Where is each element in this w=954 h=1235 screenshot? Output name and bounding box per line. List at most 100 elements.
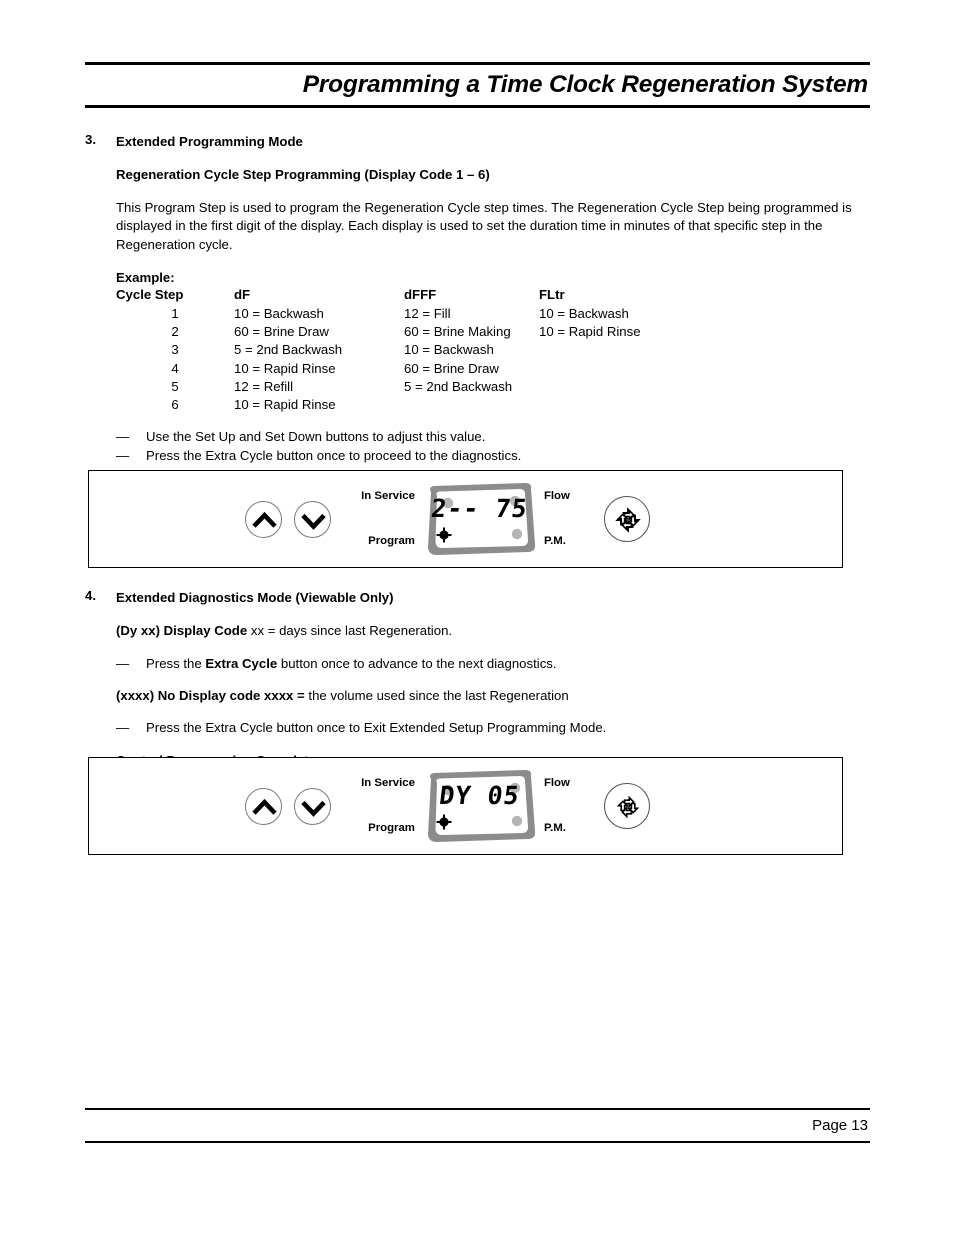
set-down-button[interactable] bbox=[294, 787, 332, 825]
cell-dfff: 60 = Brine Draw bbox=[404, 360, 499, 376]
display-code-desc: xx = days since last Regeneration. bbox=[247, 622, 453, 638]
no-display-code-label: (xxxx) No Display code xxxx = bbox=[116, 687, 305, 703]
label-program: Program bbox=[368, 821, 415, 834]
label-program: Program bbox=[368, 534, 415, 547]
section-4-number: 4. bbox=[85, 588, 96, 603]
page-title: Programming a Time Clock Regeneration Sy… bbox=[302, 71, 869, 98]
label-flow: Flow bbox=[543, 490, 570, 502]
cell-step: 4 bbox=[171, 360, 179, 376]
set-up-button[interactable] bbox=[245, 787, 283, 825]
page-number: Page 13 bbox=[812, 1117, 868, 1135]
example-label: Example: bbox=[116, 269, 175, 285]
label-pm: P.M. bbox=[543, 821, 566, 834]
table-row: 4 10 = Rapid Rinse 60 = Brine Draw bbox=[116, 360, 669, 378]
table-header-dfff: dFFF bbox=[404, 286, 437, 302]
label-pm: P.M. bbox=[543, 534, 566, 547]
extra-cycle-button[interactable] bbox=[603, 783, 650, 829]
extra-cycle-label: Extra Cycle bbox=[205, 655, 278, 671]
lcd-screen-1: 2-- 75 bbox=[420, 482, 539, 556]
cell-step: 1 bbox=[171, 306, 179, 322]
lcd-display-group-2: In Service Program DY 05 Flow P.M. bbox=[361, 769, 570, 843]
cell-fltr bbox=[539, 378, 669, 396]
em-dash: — bbox=[116, 429, 130, 445]
table-row: 6 10 = Rapid Rinse bbox=[116, 396, 669, 414]
page-content-2: 4. Extended Diagnostics Mode (Viewable O… bbox=[85, 588, 875, 771]
section-4-heading: Extended Diagnostics Mode (Viewable Only… bbox=[116, 590, 394, 605]
bullet-pre: Press the bbox=[146, 655, 206, 671]
cell-step: 5 bbox=[171, 378, 179, 394]
cell-fltr bbox=[539, 396, 669, 414]
table-row: 5 12 = Refill 5 = 2nd Backwash bbox=[116, 378, 669, 396]
cell-fltr: 10 = Rapid Rinse bbox=[539, 324, 641, 340]
cell-dfff: 5 = 2nd Backwash bbox=[404, 378, 513, 394]
bullet-text: Press the Extra Cycle button once to Exi… bbox=[146, 720, 607, 736]
cycle-step-table: Cycle Step dF dFFF FLtr 1 10 = Backwash … bbox=[116, 286, 669, 415]
lcd-display-group-1: In Service Program 2-- 75 Flow P.M. bbox=[361, 482, 570, 556]
extra-cycle-button[interactable] bbox=[603, 496, 650, 542]
control-panel-diagram-1: In Service Program 2-- 75 Flow P.M. bbox=[88, 470, 843, 568]
section-4: 4. Extended Diagnostics Mode (Viewable O… bbox=[85, 588, 875, 771]
label-in-service: In Service bbox=[361, 490, 415, 502]
cell-dfff: 60 = Brine Making bbox=[404, 324, 511, 340]
recycle-icon bbox=[616, 795, 640, 819]
recycle-icon bbox=[615, 507, 641, 533]
cell-dfff: 12 = Fill bbox=[404, 306, 451, 322]
display-code-label: (Dy xx) Display Code bbox=[116, 622, 248, 638]
table-row: 1 10 = Backwash 12 = Fill 10 = Backwash bbox=[116, 305, 669, 323]
table-row: 2 60 = Brine Draw 60 = Brine Making 10 =… bbox=[116, 323, 669, 341]
bullet-item: — Press the Extra Cycle button once to p… bbox=[116, 446, 875, 465]
section-3-heading: Extended Programming Mode bbox=[116, 134, 303, 149]
set-down-button[interactable] bbox=[294, 500, 332, 538]
cell-df: 60 = Brine Draw bbox=[234, 324, 329, 340]
lcd-value-1: 2-- 75 bbox=[429, 494, 530, 523]
section-3-bullets: — Use the Set Up and Set Down buttons to… bbox=[116, 427, 875, 465]
table-header-fltr: FLtr bbox=[539, 286, 565, 302]
cell-df: 10 = Rapid Rinse bbox=[234, 360, 336, 376]
cell-step: 3 bbox=[171, 342, 179, 358]
set-up-button[interactable] bbox=[245, 500, 283, 538]
page-header: Programming a Time Clock Regeneration Sy… bbox=[85, 62, 870, 109]
bullet-post: button once to advance to the next diagn… bbox=[277, 655, 557, 671]
label-flow: Flow bbox=[543, 777, 570, 789]
em-dash: — bbox=[116, 720, 130, 736]
cell-fltr bbox=[539, 341, 669, 359]
section-3-subheading: Regeneration Cycle Step Programming (Dis… bbox=[116, 166, 490, 182]
table-header-row: Cycle Step dF dFFF FLtr bbox=[116, 286, 669, 305]
bullet-item: — Use the Set Up and Set Down buttons to… bbox=[116, 427, 875, 446]
section-3-number: 3. bbox=[85, 132, 96, 147]
cell-df: 10 = Rapid Rinse bbox=[234, 397, 336, 413]
page-content: 3. Extended Programming Mode Regeneratio… bbox=[85, 132, 875, 465]
bullet-item: — Press the Extra Cycle button once to a… bbox=[116, 654, 875, 673]
cell-step: 2 bbox=[171, 324, 179, 340]
em-dash: — bbox=[116, 655, 130, 671]
table-header-cycle-step: Cycle Step bbox=[116, 286, 184, 302]
header-rule-bottom bbox=[85, 105, 870, 109]
lcd-screen-2: DY 05 bbox=[420, 769, 539, 843]
footer-rule-bottom bbox=[85, 1141, 870, 1144]
cell-df: 12 = Refill bbox=[234, 378, 294, 394]
control-panel-diagram-2: In Service Program DY 05 Flow P.M. bbox=[88, 757, 843, 855]
cell-fltr bbox=[539, 360, 669, 378]
no-display-code-desc: the volume used since the last Regenerat… bbox=[304, 687, 569, 703]
section-4-line-1: (Dy xx) Display Code xx = days since las… bbox=[116, 621, 875, 641]
em-dash: — bbox=[116, 448, 130, 464]
section-3: 3. Extended Programming Mode Regeneratio… bbox=[85, 132, 875, 465]
bullet-item: — Press the Extra Cycle button once to E… bbox=[116, 718, 875, 737]
cell-dfff: 10 = Backwash bbox=[404, 342, 494, 358]
document-page: Programming a Time Clock Regeneration Sy… bbox=[0, 0, 954, 1235]
bullet-text: Press the Extra Cycle button once to adv… bbox=[146, 654, 557, 673]
cell-df: 5 = 2nd Backwash bbox=[234, 342, 343, 358]
cell-dfff bbox=[404, 396, 539, 414]
section-4-line-2: (xxxx) No Display code xxxx = the volume… bbox=[116, 686, 875, 706]
bullet-text: Use the Set Up and Set Down buttons to a… bbox=[146, 429, 486, 445]
label-in-service: In Service bbox=[361, 777, 415, 789]
cell-df: 10 = Backwash bbox=[234, 306, 324, 322]
lcd-value-2: DY 05 bbox=[437, 781, 522, 810]
page-footer: Page 13 bbox=[85, 1108, 870, 1144]
bullet-text: Press the Extra Cycle button once to pro… bbox=[146, 448, 522, 464]
section-3-paragraph: This Program Step is used to program the… bbox=[116, 199, 852, 253]
cell-fltr: 10 = Backwash bbox=[539, 306, 629, 322]
table-row: 3 5 = 2nd Backwash 10 = Backwash bbox=[116, 341, 669, 359]
cell-step: 6 bbox=[171, 397, 179, 413]
table-header-df: dF bbox=[234, 286, 251, 302]
